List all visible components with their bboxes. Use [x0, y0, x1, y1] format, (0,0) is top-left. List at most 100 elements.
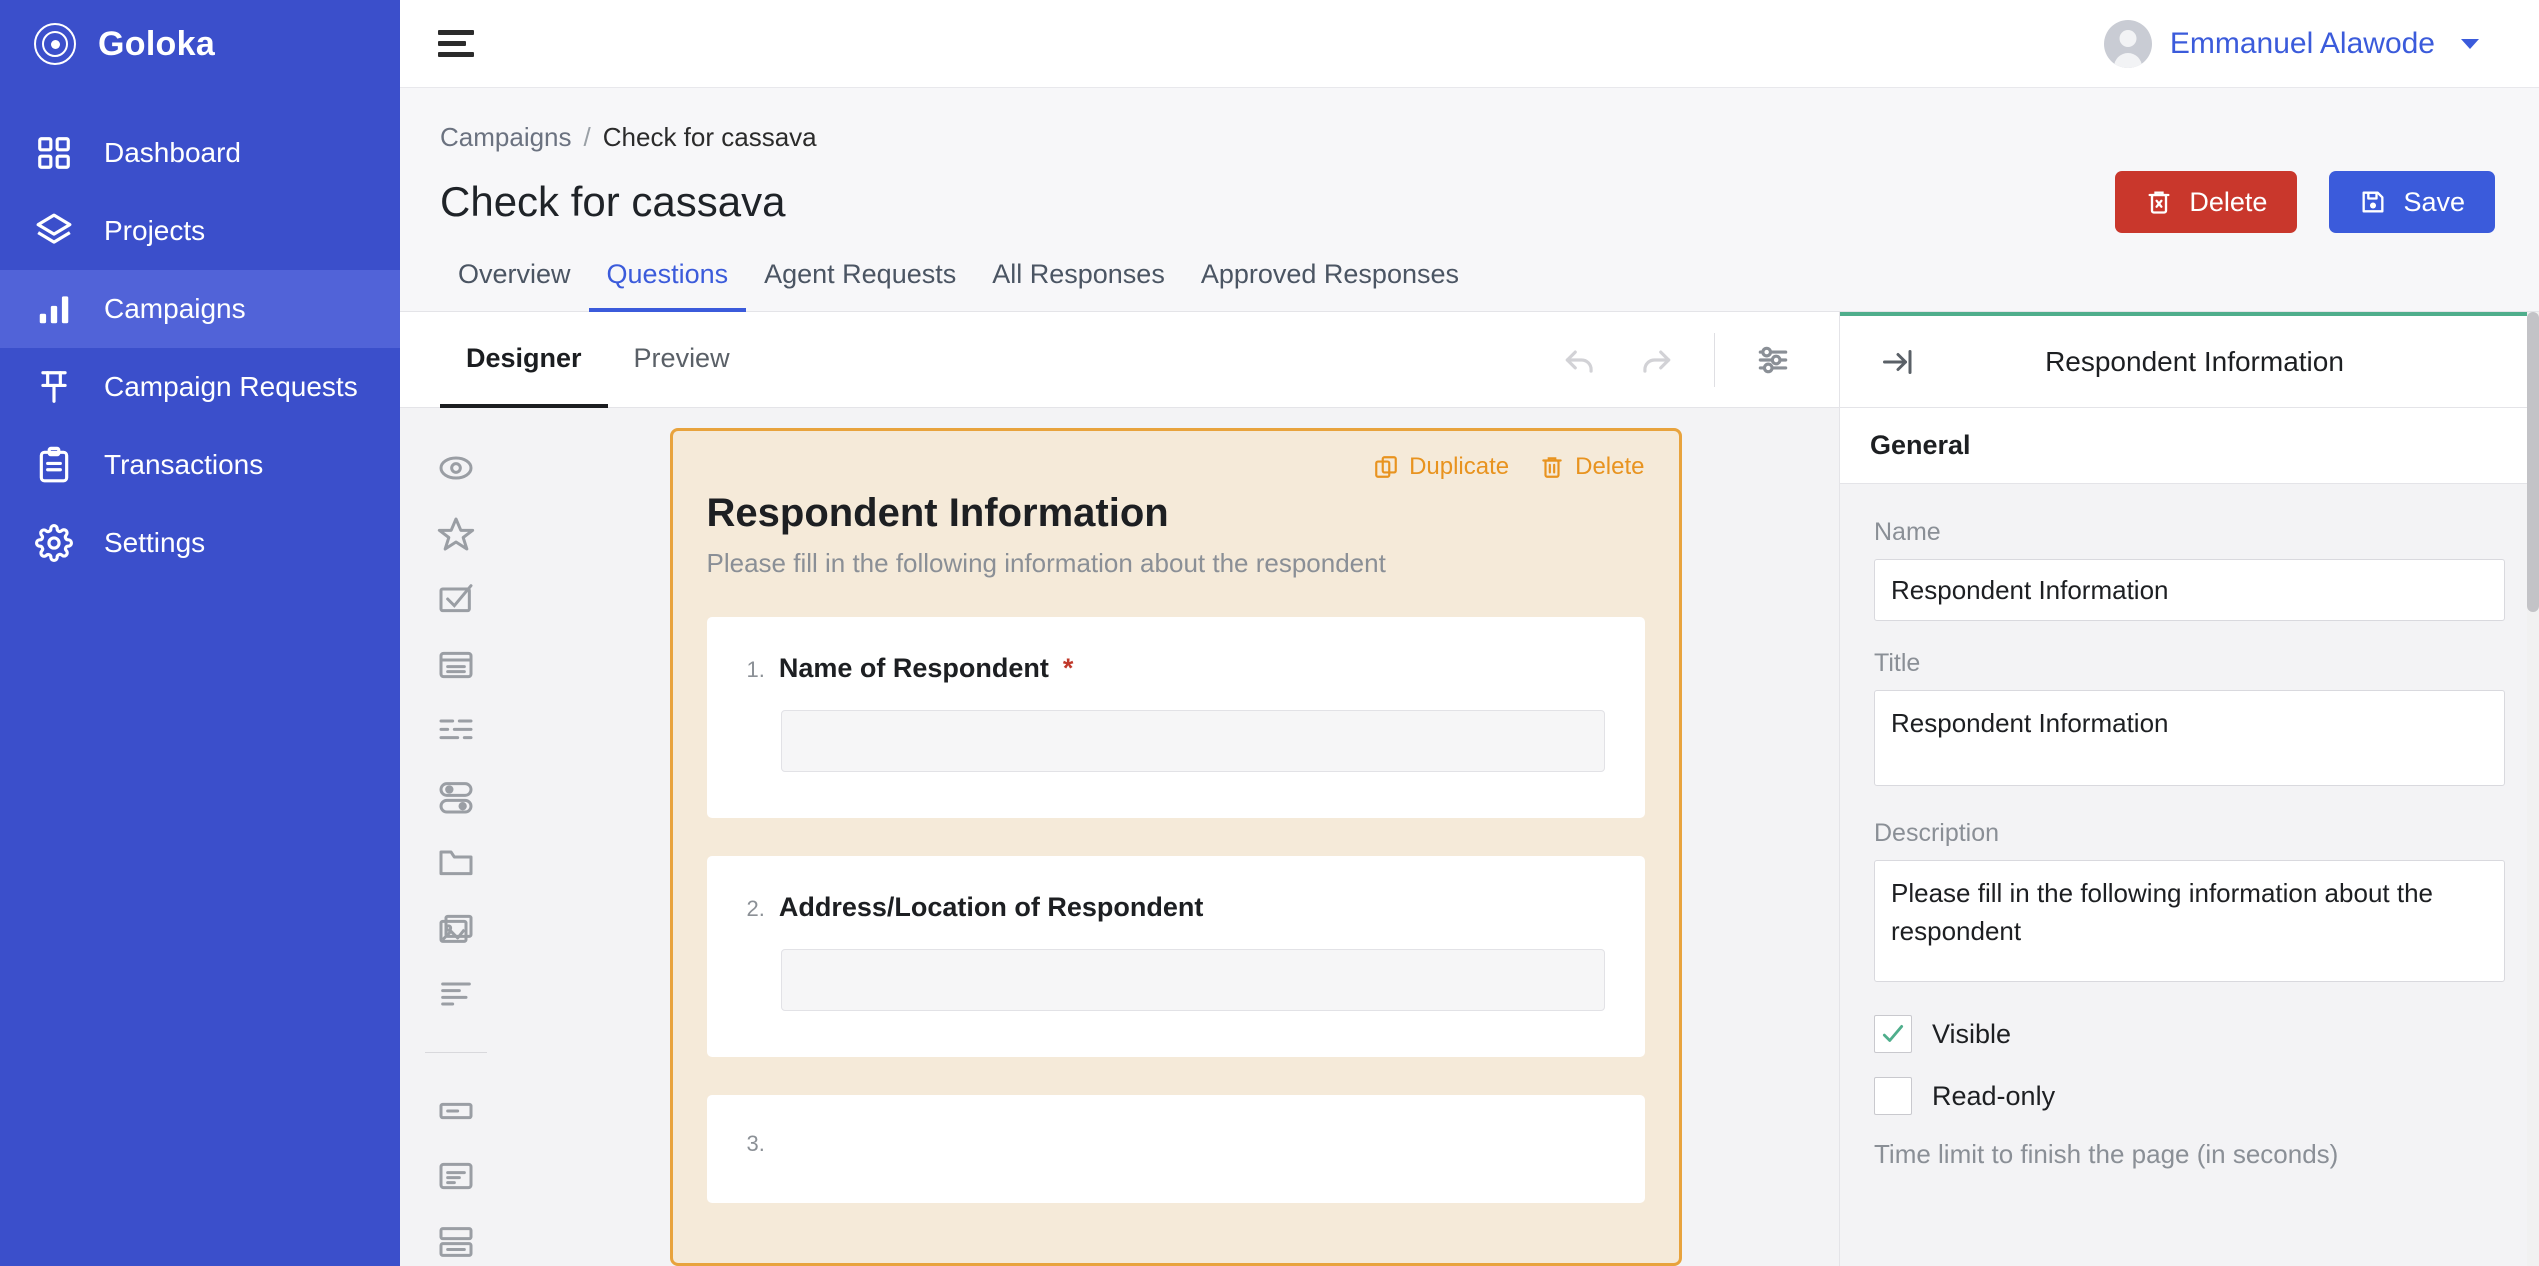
- collapse-right-icon[interactable]: [1870, 334, 1926, 390]
- question-item[interactable]: 2. Address/Location of Respondent: [707, 856, 1645, 1057]
- properties-panel-title: Respondent Information: [1926, 346, 2509, 378]
- breadcrumb-current: Check for cassava: [603, 122, 817, 153]
- settings-sliders-icon[interactable]: [1737, 329, 1809, 391]
- delete-page-button[interactable]: Delete: [1539, 453, 1644, 481]
- toolbox-divider: [425, 1052, 487, 1053]
- page-card-description: Please fill in the following information…: [707, 548, 1645, 579]
- trash-x-icon: [2145, 188, 2173, 216]
- sidebar-item-label: Projects: [104, 215, 205, 247]
- sidebar-nav: Dashboard Projects Campaigns: [0, 114, 400, 582]
- title-row: Check for cassava Delete: [400, 153, 2539, 233]
- checkbox-visible-label: Visible: [1932, 1019, 2011, 1050]
- clipboard-icon: [34, 445, 74, 485]
- sidebar-item-settings[interactable]: Settings: [0, 504, 400, 582]
- question-input[interactable]: [781, 949, 1605, 1011]
- tab-all-responses[interactable]: All Responses: [974, 259, 1183, 312]
- designer-toolbar: Designer Preview: [400, 312, 1839, 408]
- properties-body: Name Title Description: [1840, 484, 2539, 1266]
- properties-panel: Respondent Information General Name Titl…: [1839, 312, 2539, 1266]
- user-avatar-icon: [2104, 20, 2152, 68]
- name-input[interactable]: [1874, 559, 2505, 621]
- properties-section-general[interactable]: General: [1840, 408, 2539, 484]
- brand-logo[interactable]: Goloka: [0, 0, 400, 88]
- breadcrumb: Campaigns / Check for cassava: [400, 88, 2539, 153]
- tab-approved-responses[interactable]: Approved Responses: [1183, 259, 1477, 312]
- panel-icon[interactable]: [428, 1218, 484, 1266]
- main-area: Emmanuel Alawode Campaigns / Check for c…: [400, 0, 2539, 1266]
- duplicate-page-button[interactable]: Duplicate: [1373, 453, 1509, 481]
- tab-overview[interactable]: Overview: [440, 259, 589, 312]
- designer-left: Designer Preview: [400, 312, 1839, 1266]
- sidebar-item-campaigns[interactable]: Campaigns: [0, 270, 400, 348]
- breadcrumb-campaigns[interactable]: Campaigns: [440, 122, 572, 153]
- toggle-icon[interactable]: [428, 773, 484, 821]
- question-item[interactable]: 1. Name of Respondent *: [707, 617, 1645, 818]
- title-textarea[interactable]: [1874, 690, 2505, 786]
- properties-scrollbar[interactable]: [2527, 312, 2539, 1266]
- question-number: 1.: [747, 657, 765, 683]
- sidebar: Goloka Dashboard Projects: [0, 0, 400, 1266]
- star-icon[interactable]: [428, 510, 484, 558]
- comment-icon[interactable]: [428, 1153, 484, 1201]
- duplicate-label: Duplicate: [1409, 453, 1509, 481]
- designer-subtabs: Designer Preview: [440, 312, 756, 407]
- page-card[interactable]: Duplicate: [670, 428, 1682, 1266]
- sidebar-item-dashboard[interactable]: Dashboard: [0, 114, 400, 192]
- undo-icon[interactable]: [1544, 329, 1616, 391]
- copy-icon: [1373, 454, 1399, 480]
- sidebar-item-campaign-requests[interactable]: Campaign Requests: [0, 348, 400, 426]
- checkbox-icon[interactable]: [428, 576, 484, 624]
- time-limit-label: Time limit to finish the page (in second…: [1874, 1139, 2505, 1170]
- redo-icon[interactable]: [1620, 329, 1692, 391]
- user-menu[interactable]: Emmanuel Alawode: [2104, 20, 2503, 68]
- target-icon[interactable]: [428, 444, 484, 492]
- question-number: 3.: [747, 1131, 765, 1157]
- tab-questions[interactable]: Questions: [589, 259, 747, 312]
- question-item[interactable]: 3.: [707, 1095, 1645, 1203]
- canvas-wrap: Duplicate: [400, 408, 1839, 1266]
- delete-button-label: Delete: [2189, 187, 2267, 218]
- field-description-label: Description: [1874, 819, 2505, 848]
- trash-icon: [1539, 454, 1565, 480]
- question-label: 3.: [747, 1131, 1605, 1157]
- description-textarea[interactable]: [1874, 860, 2505, 982]
- goloka-logo-icon: [34, 23, 76, 65]
- question-number: 2.: [747, 896, 765, 922]
- brand-name: Goloka: [98, 25, 215, 64]
- single-input-icon[interactable]: [428, 1087, 484, 1135]
- dropdown-icon[interactable]: [428, 641, 484, 689]
- campaign-tabs: Overview Questions Agent Requests All Re…: [400, 233, 2539, 312]
- hamburger-icon[interactable]: [438, 27, 478, 61]
- checkbox-readonly[interactable]: Read-only: [1874, 1077, 2505, 1115]
- question-input[interactable]: [781, 710, 1605, 772]
- toolbar-icons: [1544, 329, 1809, 391]
- checkbox-readonly-label: Read-only: [1932, 1081, 2055, 1112]
- subtab-preview[interactable]: Preview: [608, 312, 756, 408]
- save-button[interactable]: Save: [2329, 171, 2495, 233]
- tab-agent-requests[interactable]: Agent Requests: [746, 259, 974, 312]
- ranking-icon[interactable]: [428, 707, 484, 755]
- field-description: Description: [1874, 819, 2505, 987]
- required-marker: *: [1063, 653, 1074, 684]
- page-card-actions: Duplicate: [707, 453, 1645, 481]
- question-label: 2. Address/Location of Respondent: [747, 892, 1605, 923]
- toolbox-strip: [400, 408, 512, 1266]
- checkbox-visible[interactable]: Visible: [1874, 1015, 2505, 1053]
- sidebar-item-transactions[interactable]: Transactions: [0, 426, 400, 504]
- image-icon[interactable]: [428, 904, 484, 952]
- sidebar-item-projects[interactable]: Projects: [0, 192, 400, 270]
- text-lines-icon[interactable]: [428, 970, 484, 1018]
- folder-icon[interactable]: [428, 839, 484, 887]
- gear-icon: [34, 523, 74, 563]
- floppy-disk-icon: [2359, 188, 2387, 216]
- subtab-designer[interactable]: Designer: [440, 312, 608, 408]
- page-title: Check for cassava: [440, 178, 785, 226]
- delete-button[interactable]: Delete: [2115, 171, 2297, 233]
- checkbox-unchecked-icon: [1874, 1077, 1912, 1115]
- sidebar-item-label: Transactions: [104, 449, 263, 481]
- question-label: 1. Name of Respondent *: [747, 653, 1605, 684]
- grid-icon: [34, 133, 74, 173]
- question-text: Name of Respondent: [779, 653, 1049, 684]
- title-actions: Delete Save: [2115, 171, 2495, 233]
- scrollbar-thumb[interactable]: [2527, 312, 2539, 612]
